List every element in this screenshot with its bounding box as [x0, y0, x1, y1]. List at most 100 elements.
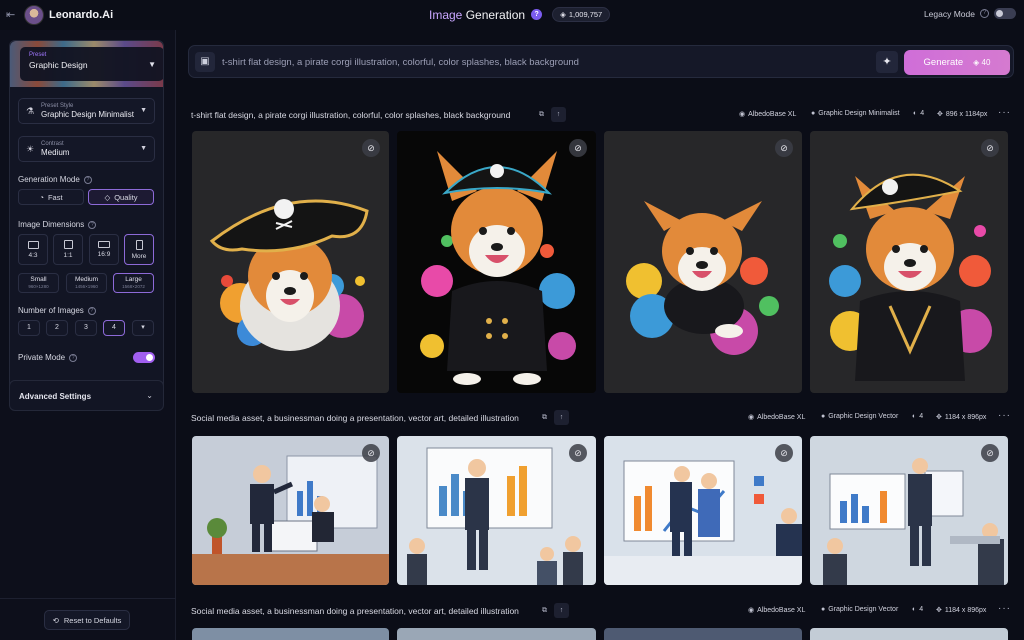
generated-image[interactable]: [810, 628, 1008, 640]
copy-icon[interactable]: ⧉: [537, 603, 552, 618]
generation-prompt[interactable]: Social media asset, a businessman doing …: [191, 606, 519, 616]
mode-fast-button[interactable]: ◔ Fast: [18, 189, 84, 205]
eye-off-icon[interactable]: ⊘: [981, 444, 999, 462]
generated-image[interactable]: ⊘: [604, 131, 802, 393]
generate-button[interactable]: Generate ◈ 40: [904, 50, 1010, 75]
mode-quality-button[interactable]: ◇ Quality: [88, 189, 154, 205]
ratio-more-button[interactable]: More: [124, 234, 154, 265]
generation-prompt[interactable]: t-shirt flat design, a pirate corgi illu…: [191, 110, 510, 120]
generated-image[interactable]: ⊘: [397, 436, 596, 585]
businessman-presentation-image-4: [823, 458, 1004, 585]
chevron-down-icon: ▼: [140, 107, 147, 114]
images-icon: ◐: [912, 606, 917, 613]
token-balance[interactable]: ◈ 1,009,757: [552, 7, 611, 22]
token-icon: ◈: [560, 10, 566, 19]
size-small-button[interactable]: Small 960×1280: [18, 273, 59, 293]
more-options-icon[interactable]: ···: [998, 107, 1011, 118]
magic-wand-icon[interactable]: ✦: [876, 51, 898, 73]
generated-image[interactable]: ⊘: [397, 131, 596, 393]
generated-image[interactable]: ⊘: [192, 436, 389, 585]
drop-icon: ●: [821, 413, 826, 420]
generated-image[interactable]: ⊘: [810, 436, 1008, 585]
token-icon: ◈: [973, 58, 982, 67]
help-icon[interactable]: ?: [531, 9, 543, 20]
sun-icon: ☀: [26, 144, 35, 154]
info-icon[interactable]: ?: [69, 353, 78, 362]
preset-style-select[interactable]: ⚗ Preset Style Graphic Design Minimalist…: [18, 98, 155, 124]
prompt-input[interactable]: t-shirt flat design, a pirate corgi illu…: [222, 57, 579, 68]
num-images-2[interactable]: 2: [46, 320, 68, 336]
token-count: 1,009,757: [568, 10, 603, 19]
reset-icon: ⟲: [52, 615, 59, 625]
more-options-icon[interactable]: ···: [998, 603, 1011, 614]
preset-label: Preset: [29, 52, 47, 58]
num-images-3[interactable]: 3: [75, 320, 97, 336]
drop-icon: ●: [821, 606, 826, 613]
avatar[interactable]: [24, 5, 44, 25]
eye-off-icon[interactable]: ⊘: [569, 139, 587, 157]
reuse-prompt-icon[interactable]: ↑: [554, 603, 569, 618]
eye-off-icon[interactable]: ⊘: [569, 444, 587, 462]
speedometer-icon: ◔: [39, 192, 44, 202]
advanced-settings-toggle[interactable]: Advanced Settings ⌄: [9, 380, 164, 411]
info-icon[interactable]: ?: [87, 306, 96, 315]
model-badge: ◉ AlbedoBase XL: [739, 110, 797, 119]
generated-image[interactable]: ⊘: [192, 131, 389, 393]
preset-selector[interactable]: Preset Graphic Design ▼: [10, 41, 163, 87]
image-dimensions-heading: Image Dimensions?: [18, 220, 97, 229]
eye-off-icon[interactable]: ⊘: [775, 139, 793, 157]
move-icon: ✥: [936, 607, 942, 614]
number-of-images-heading: Number of Images?: [18, 306, 96, 315]
ratio-16-9-button[interactable]: 16:9: [89, 234, 119, 265]
generation-prompt[interactable]: Social media asset, a businessman doing …: [191, 413, 519, 423]
num-images-4[interactable]: 4: [103, 320, 125, 336]
image-upload-icon[interactable]: ▣: [195, 52, 215, 72]
preset-style-label: Preset Style: [41, 103, 74, 109]
generated-image[interactable]: [192, 628, 389, 640]
contrast-select[interactable]: ☀ Contrast Medium ▼: [18, 136, 155, 162]
generated-image[interactable]: [397, 628, 596, 640]
ratio-4-3-button[interactable]: 4:3: [18, 234, 48, 265]
generated-image[interactable]: [604, 628, 802, 640]
private-mode-heading: Private Mode?: [18, 353, 78, 362]
eye-off-icon[interactable]: ⊘: [775, 444, 793, 462]
flask-icon: ⚗: [26, 106, 35, 116]
eye-off-icon[interactable]: ⊘: [981, 139, 999, 157]
chevron-down-icon: ▼: [140, 145, 147, 152]
info-icon[interactable]: ?: [83, 175, 92, 184]
contrast-label: Contrast: [41, 141, 64, 147]
generation-header: Social media asset, a businessman doing …: [191, 410, 1011, 426]
reset-defaults-button[interactable]: ⟲ Reset to Defaults: [44, 610, 130, 630]
generated-image[interactable]: ⊘: [604, 436, 802, 585]
more-options-icon[interactable]: ···: [998, 410, 1011, 421]
model-icon: ◉: [748, 607, 755, 614]
advanced-settings-label: Advanced Settings: [19, 392, 92, 401]
eye-off-icon[interactable]: ⊘: [362, 444, 380, 462]
private-mode-toggle[interactable]: [133, 352, 155, 363]
reuse-prompt-icon[interactable]: ↑: [554, 410, 569, 425]
copy-icon[interactable]: ⧉: [534, 107, 549, 122]
num-images-more-button[interactable]: ▾: [132, 320, 154, 336]
ratio-1-1-icon: [63, 240, 73, 249]
businessman-presentation-image-2: [407, 447, 583, 585]
back-arrow-icon[interactable]: ⇤: [6, 8, 20, 22]
legacy-mode-toggle[interactable]: [994, 8, 1016, 19]
info-icon[interactable]: ?: [980, 9, 989, 18]
style-badge: ● Graphic Design Vector: [821, 413, 899, 420]
generated-image[interactable]: ⊘: [810, 131, 1008, 393]
businessman-presentation-image-3: [604, 460, 802, 585]
model-badge: ◉ AlbedoBase XL: [748, 606, 806, 615]
ratio-1-1-button[interactable]: 1:1: [53, 234, 83, 265]
size-large-button[interactable]: Large 1568×2072: [113, 273, 154, 293]
copy-icon[interactable]: ⧉: [537, 410, 552, 425]
model-icon: ◉: [748, 414, 755, 421]
info-icon[interactable]: ?: [88, 220, 97, 229]
reuse-prompt-icon[interactable]: ↑: [551, 107, 566, 122]
eye-off-icon[interactable]: ⊘: [362, 139, 380, 157]
legacy-mode: Legacy Mode ?: [924, 8, 1016, 19]
model-badge: ◉ AlbedoBase XL: [748, 413, 806, 422]
num-images-1[interactable]: 1: [18, 320, 40, 336]
settings-panel: Preset Graphic Design ▼ ⚗ Preset Style G…: [9, 40, 164, 402]
dimensions-badge: ✥ 1184 x 896px: [936, 413, 987, 422]
size-medium-button[interactable]: Medium 1456×1960: [66, 273, 107, 293]
